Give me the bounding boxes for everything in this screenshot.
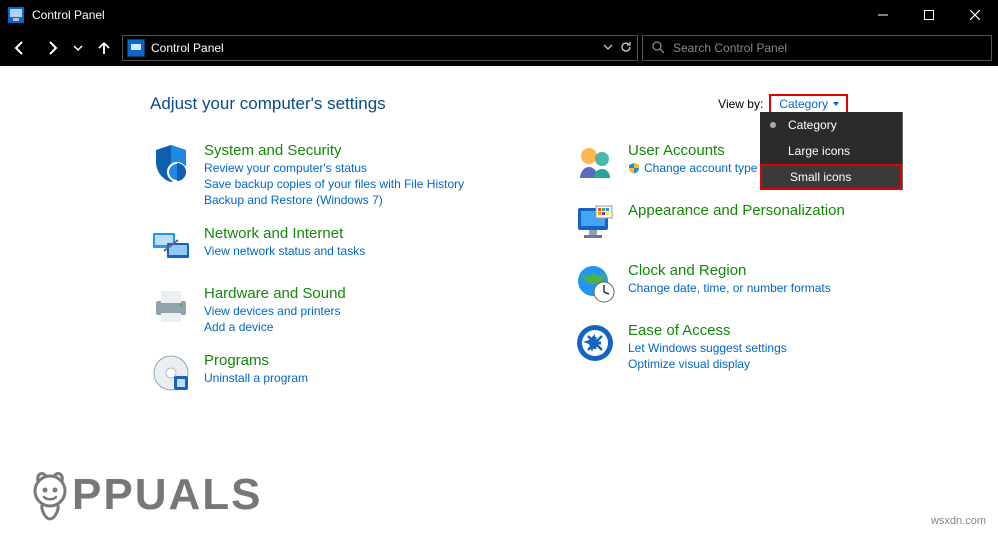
chevron-down-icon [832, 100, 840, 108]
dropdown-option-small-icons[interactable]: Small icons [760, 164, 902, 190]
task-link[interactable]: Let Windows suggest settings [628, 341, 787, 355]
disc-icon [150, 352, 192, 394]
task-link[interactable]: Change date, time, or number formats [628, 281, 831, 295]
category-link[interactable]: Ease of Access [628, 322, 787, 339]
uac-shield-icon [628, 162, 640, 174]
task-link[interactable]: Backup and Restore (Windows 7) [204, 193, 464, 207]
category-appearance: Appearance and Personalization [574, 202, 958, 244]
category-clock-region: Clock and Region Change date, time, or n… [574, 262, 958, 304]
mascot-icon [22, 467, 78, 523]
content-area: Adjust your computer's settings View by:… [0, 66, 998, 394]
category-link[interactable]: Programs [204, 352, 308, 369]
watermark-logo: PPUALS [22, 467, 262, 523]
left-column: System and Security Review your computer… [150, 142, 534, 394]
category-link[interactable]: Hardware and Sound [204, 285, 346, 302]
view-by-value: Category [779, 97, 828, 111]
window-title: Control Panel [32, 8, 860, 22]
recent-locations-button[interactable] [70, 34, 86, 62]
title-bar: Control Panel [0, 0, 998, 30]
nav-bar: Control Panel Search Control Panel [0, 30, 998, 66]
globe-clock-icon [574, 262, 616, 304]
category-link[interactable]: User Accounts [628, 142, 757, 159]
personalization-icon [574, 202, 616, 244]
task-link[interactable]: Uninstall a program [204, 371, 308, 385]
address-bar[interactable]: Control Panel [122, 35, 638, 61]
printer-icon [150, 285, 192, 327]
category-programs: Programs Uninstall a program [150, 352, 534, 394]
view-by-control: View by: Category [718, 94, 848, 114]
search-placeholder: Search Control Panel [673, 41, 787, 55]
shield-icon [150, 142, 192, 184]
forward-button[interactable] [38, 34, 66, 62]
task-link[interactable]: View devices and printers [204, 304, 346, 318]
task-link[interactable]: Change account type [628, 161, 757, 175]
category-link[interactable]: Clock and Region [628, 262, 831, 279]
breadcrumb[interactable]: Control Panel [151, 41, 224, 55]
category-link[interactable]: System and Security [204, 142, 464, 159]
watermark-text: PPUALS [72, 470, 262, 520]
maximize-button[interactable] [906, 0, 952, 30]
view-by-dropdown: Category Large icons Small icons [760, 112, 903, 190]
task-link[interactable]: Save backup copies of your files with Fi… [204, 177, 464, 191]
footer-credit: wsxdn.com [931, 515, 986, 527]
task-link[interactable]: Add a device [204, 320, 346, 334]
network-icon [150, 225, 192, 267]
dropdown-option-large-icons[interactable]: Large icons [760, 138, 902, 164]
category-network: Network and Internet View network status… [150, 225, 534, 267]
task-link[interactable]: Optimize visual display [628, 357, 787, 371]
search-icon [651, 40, 665, 57]
category-ease-of-access: Ease of Access Let Windows suggest setti… [574, 322, 958, 371]
category-link[interactable]: Network and Internet [204, 225, 365, 242]
close-button[interactable] [952, 0, 998, 30]
back-button[interactable] [6, 34, 34, 62]
users-icon [574, 142, 616, 184]
control-panel-icon [8, 7, 24, 23]
view-by-button[interactable]: Category [769, 94, 848, 114]
task-link[interactable]: View network status and tasks [204, 244, 365, 258]
task-link[interactable]: Review your computer's status [204, 161, 464, 175]
chevron-down-icon[interactable] [603, 41, 613, 55]
ease-of-access-icon [574, 322, 616, 364]
address-icon [127, 39, 145, 57]
view-by-label: View by: [718, 97, 763, 111]
category-system-security: System and Security Review your computer… [150, 142, 534, 207]
category-link[interactable]: Appearance and Personalization [628, 202, 845, 219]
category-hardware: Hardware and Sound View devices and prin… [150, 285, 534, 334]
up-button[interactable] [90, 34, 118, 62]
refresh-icon[interactable] [619, 40, 633, 57]
minimize-button[interactable] [860, 0, 906, 30]
dropdown-option-category[interactable]: Category [760, 112, 902, 138]
search-input[interactable]: Search Control Panel [642, 35, 992, 61]
